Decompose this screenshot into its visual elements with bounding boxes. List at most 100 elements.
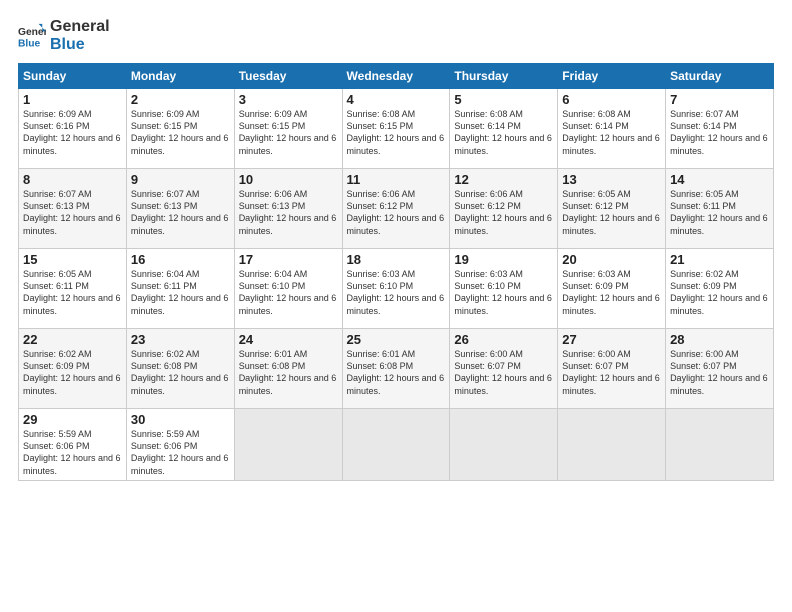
sunset-label: Sunset: 6:11 PM: [670, 201, 736, 211]
day-number: 8: [23, 172, 122, 187]
daylight-label: Daylight: 12 hours and 6 minutes.: [239, 373, 337, 395]
day-info: Sunrise: 6:09 AM Sunset: 6:16 PM Dayligh…: [23, 108, 122, 157]
table-cell: 9 Sunrise: 6:07 AM Sunset: 6:13 PM Dayli…: [126, 169, 234, 249]
daylight-label: Daylight: 12 hours and 6 minutes.: [23, 373, 121, 395]
sunrise-label: Sunrise: 6:07 AM: [131, 189, 200, 199]
sunset-label: Sunset: 6:06 PM: [23, 441, 90, 451]
day-number: 14: [670, 172, 769, 187]
sunrise-label: Sunrise: 6:01 AM: [347, 349, 416, 359]
table-cell: 21 Sunrise: 6:02 AM Sunset: 6:09 PM Dayl…: [666, 249, 774, 329]
table-cell: 6 Sunrise: 6:08 AM Sunset: 6:14 PM Dayli…: [558, 89, 666, 169]
sunset-label: Sunset: 6:09 PM: [23, 361, 90, 371]
sunrise-label: Sunrise: 6:09 AM: [131, 109, 200, 119]
sunrise-label: Sunrise: 6:00 AM: [454, 349, 523, 359]
sunset-label: Sunset: 6:07 PM: [670, 361, 737, 371]
table-cell: 19 Sunrise: 6:03 AM Sunset: 6:10 PM Dayl…: [450, 249, 558, 329]
table-cell: 2 Sunrise: 6:09 AM Sunset: 6:15 PM Dayli…: [126, 89, 234, 169]
calendar-row: 29 Sunrise: 5:59 AM Sunset: 6:06 PM Dayl…: [19, 409, 774, 481]
sunset-label: Sunset: 6:12 PM: [562, 201, 629, 211]
sunset-label: Sunset: 6:09 PM: [670, 281, 737, 291]
day-info: Sunrise: 5:59 AM Sunset: 6:06 PM Dayligh…: [23, 428, 122, 477]
daylight-label: Daylight: 12 hours and 6 minutes.: [239, 133, 337, 155]
sunset-label: Sunset: 6:14 PM: [670, 121, 737, 131]
day-info: Sunrise: 6:08 AM Sunset: 6:14 PM Dayligh…: [454, 108, 553, 157]
day-number: 7: [670, 92, 769, 107]
day-number: 22: [23, 332, 122, 347]
day-info: Sunrise: 6:01 AM Sunset: 6:08 PM Dayligh…: [239, 348, 338, 397]
header-tuesday: Tuesday: [234, 64, 342, 89]
sunset-label: Sunset: 6:06 PM: [131, 441, 198, 451]
day-number: 29: [23, 412, 122, 427]
sunset-label: Sunset: 6:10 PM: [454, 281, 521, 291]
day-info: Sunrise: 6:06 AM Sunset: 6:12 PM Dayligh…: [347, 188, 446, 237]
day-info: Sunrise: 6:05 AM Sunset: 6:11 PM Dayligh…: [23, 268, 122, 317]
daylight-label: Daylight: 12 hours and 6 minutes.: [562, 293, 660, 315]
table-cell: 23 Sunrise: 6:02 AM Sunset: 6:08 PM Dayl…: [126, 329, 234, 409]
day-number: 27: [562, 332, 661, 347]
daylight-label: Daylight: 12 hours and 6 minutes.: [670, 293, 768, 315]
daylight-label: Daylight: 12 hours and 6 minutes.: [562, 213, 660, 235]
sunset-label: Sunset: 6:09 PM: [562, 281, 629, 291]
day-info: Sunrise: 6:00 AM Sunset: 6:07 PM Dayligh…: [562, 348, 661, 397]
table-cell: [558, 409, 666, 481]
day-number: 9: [131, 172, 230, 187]
daylight-label: Daylight: 12 hours and 6 minutes.: [347, 293, 445, 315]
day-number: 16: [131, 252, 230, 267]
sunrise-label: Sunrise: 6:02 AM: [23, 349, 92, 359]
table-cell: 8 Sunrise: 6:07 AM Sunset: 6:13 PM Dayli…: [19, 169, 127, 249]
table-cell: 13 Sunrise: 6:05 AM Sunset: 6:12 PM Dayl…: [558, 169, 666, 249]
sunrise-label: Sunrise: 6:05 AM: [670, 189, 739, 199]
day-info: Sunrise: 6:04 AM Sunset: 6:11 PM Dayligh…: [131, 268, 230, 317]
table-cell: 5 Sunrise: 6:08 AM Sunset: 6:14 PM Dayli…: [450, 89, 558, 169]
sunrise-label: Sunrise: 6:00 AM: [670, 349, 739, 359]
daylight-label: Daylight: 12 hours and 6 minutes.: [454, 213, 552, 235]
sunrise-label: Sunrise: 5:59 AM: [131, 429, 200, 439]
sunrise-label: Sunrise: 5:59 AM: [23, 429, 92, 439]
day-number: 20: [562, 252, 661, 267]
day-info: Sunrise: 6:00 AM Sunset: 6:07 PM Dayligh…: [670, 348, 769, 397]
calendar-page: General Blue General Blue Sunday Monday …: [0, 0, 792, 612]
sunset-label: Sunset: 6:10 PM: [239, 281, 306, 291]
sunset-label: Sunset: 6:16 PM: [23, 121, 90, 131]
day-number: 19: [454, 252, 553, 267]
day-number: 5: [454, 92, 553, 107]
table-cell: 17 Sunrise: 6:04 AM Sunset: 6:10 PM Dayl…: [234, 249, 342, 329]
daylight-label: Daylight: 12 hours and 6 minutes.: [347, 373, 445, 395]
sunrise-label: Sunrise: 6:01 AM: [239, 349, 308, 359]
daylight-label: Daylight: 12 hours and 6 minutes.: [670, 133, 768, 155]
sunrise-label: Sunrise: 6:03 AM: [454, 269, 523, 279]
sunset-label: Sunset: 6:15 PM: [131, 121, 198, 131]
table-cell: 20 Sunrise: 6:03 AM Sunset: 6:09 PM Dayl…: [558, 249, 666, 329]
day-info: Sunrise: 6:03 AM Sunset: 6:10 PM Dayligh…: [454, 268, 553, 317]
daylight-label: Daylight: 12 hours and 6 minutes.: [23, 133, 121, 155]
calendar-row: 22 Sunrise: 6:02 AM Sunset: 6:09 PM Dayl…: [19, 329, 774, 409]
daylight-label: Daylight: 12 hours and 6 minutes.: [454, 133, 552, 155]
table-cell: 16 Sunrise: 6:04 AM Sunset: 6:11 PM Dayl…: [126, 249, 234, 329]
sunset-label: Sunset: 6:14 PM: [454, 121, 521, 131]
sunrise-label: Sunrise: 6:04 AM: [131, 269, 200, 279]
day-info: Sunrise: 6:07 AM Sunset: 6:13 PM Dayligh…: [23, 188, 122, 237]
sunset-label: Sunset: 6:11 PM: [23, 281, 89, 291]
day-info: Sunrise: 6:02 AM Sunset: 6:08 PM Dayligh…: [131, 348, 230, 397]
sunset-label: Sunset: 6:11 PM: [131, 281, 197, 291]
day-info: Sunrise: 6:02 AM Sunset: 6:09 PM Dayligh…: [23, 348, 122, 397]
day-number: 30: [131, 412, 230, 427]
calendar-table: Sunday Monday Tuesday Wednesday Thursday…: [18, 63, 774, 481]
day-info: Sunrise: 6:06 AM Sunset: 6:12 PM Dayligh…: [454, 188, 553, 237]
header-sunday: Sunday: [19, 64, 127, 89]
sunrise-label: Sunrise: 6:02 AM: [670, 269, 739, 279]
svg-text:General: General: [18, 27, 46, 38]
day-number: 1: [23, 92, 122, 107]
sunrise-label: Sunrise: 6:07 AM: [670, 109, 739, 119]
day-number: 11: [347, 172, 446, 187]
sunrise-label: Sunrise: 6:03 AM: [347, 269, 416, 279]
daylight-label: Daylight: 12 hours and 6 minutes.: [23, 453, 121, 475]
daylight-label: Daylight: 12 hours and 6 minutes.: [347, 213, 445, 235]
sunrise-label: Sunrise: 6:09 AM: [239, 109, 308, 119]
sunrise-label: Sunrise: 6:09 AM: [23, 109, 92, 119]
daylight-label: Daylight: 12 hours and 6 minutes.: [131, 293, 229, 315]
day-number: 2: [131, 92, 230, 107]
sunrise-label: Sunrise: 6:08 AM: [347, 109, 416, 119]
table-cell: 18 Sunrise: 6:03 AM Sunset: 6:10 PM Dayl…: [342, 249, 450, 329]
sunset-label: Sunset: 6:10 PM: [347, 281, 414, 291]
